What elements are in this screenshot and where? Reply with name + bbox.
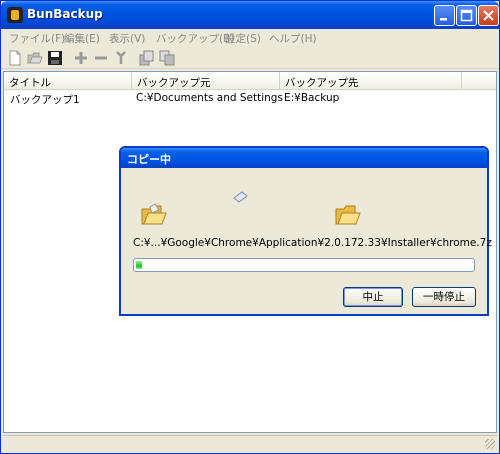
menu-view[interactable]: 表示(V) [109, 31, 145, 46]
dialog-title: コピー中 [127, 153, 171, 166]
destination-folder-icon [335, 203, 361, 225]
menu-settings[interactable]: 設定(S) [225, 31, 261, 46]
list-header: タイトル バックアップ元 バックアップ先 [4, 72, 496, 90]
source-folder-icon [141, 203, 167, 225]
copy-progress-dialog: コピー中 C:¥...¥Google¥Chrome¥Application¥2.… [119, 146, 492, 316]
copy-progress-bar [133, 258, 475, 272]
settings-icon[interactable] [113, 50, 129, 66]
stop-button[interactable]: 中止 [343, 287, 403, 307]
pause-button[interactable]: 一時停止 [412, 287, 476, 307]
minimize-button[interactable] [434, 5, 455, 26]
current-file-path: C:¥...¥Google¥Chrome¥Application¥2.0.172… [133, 237, 492, 249]
remove-icon[interactable] [93, 50, 109, 66]
menu-help[interactable]: ヘルプ(H) [269, 31, 317, 46]
new-file-icon[interactable] [7, 50, 23, 66]
menu-edit[interactable]: 編集(E) [64, 31, 100, 46]
flying-document-icon [233, 191, 249, 203]
open-folder-icon[interactable] [27, 50, 43, 66]
progress-block [136, 261, 142, 269]
progress-fill [136, 261, 150, 269]
dialog-title-bar[interactable]: コピー中 [121, 148, 487, 168]
column-source[interactable]: バックアップ元 [132, 72, 280, 90]
row-title: バックアップ1 [10, 94, 80, 106]
window-title: BunBackup [27, 7, 103, 21]
row-destination: E:¥Backup [284, 92, 340, 104]
close-button[interactable] [478, 5, 499, 26]
toolbar [1, 47, 499, 69]
status-bar [3, 435, 497, 451]
table-row[interactable]: バックアップ1 C:¥Documents and Settings E:¥Bac… [4, 91, 496, 107]
column-destination[interactable]: バックアップ先 [280, 72, 462, 90]
save-icon[interactable] [47, 50, 63, 66]
app-icon [7, 7, 23, 23]
menu-file[interactable]: ファイル(F) [9, 31, 65, 46]
restore-icon[interactable] [159, 50, 175, 66]
row-source: C:¥Documents and Settings [136, 92, 283, 104]
maximize-button[interactable] [456, 5, 477, 26]
add-icon[interactable] [73, 50, 89, 66]
menu-bar: ファイル(F) 編集(E) 表示(V) バックアップ(B) 設定(S) ヘルプ(… [1, 29, 499, 47]
resize-grip-icon[interactable] [485, 439, 495, 449]
backup-icon[interactable] [139, 50, 155, 66]
menu-backup[interactable]: バックアップ(B) [156, 31, 234, 46]
column-title[interactable]: タイトル [4, 72, 132, 90]
title-bar[interactable]: BunBackup [1, 1, 499, 29]
